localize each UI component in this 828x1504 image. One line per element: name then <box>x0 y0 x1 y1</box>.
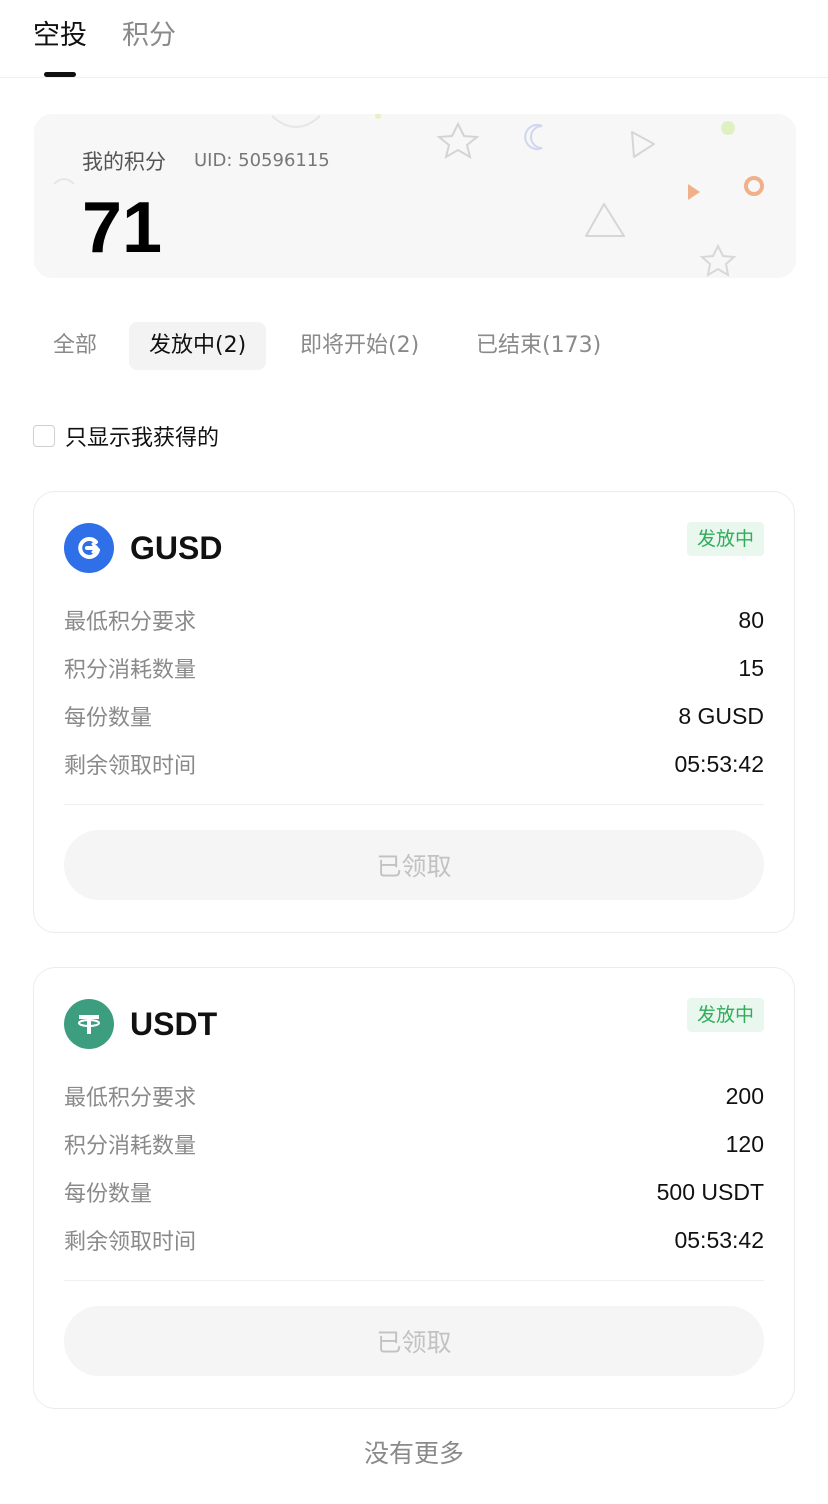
card-header: GUSD <box>64 522 222 574</box>
info-row-time-remaining: 剩余领取时间 05:53:42 <box>64 1224 764 1256</box>
info-value: 80 <box>738 606 764 633</box>
no-more-text: 没有更多 <box>363 1439 464 1468</box>
info-row-points-cost: 积分消耗数量 15 <box>64 652 764 684</box>
info-row-points-cost: 积分消耗数量 120 <box>64 1128 764 1160</box>
coin-name: USDT <box>130 1005 218 1042</box>
tab-airdrop[interactable]: 空投 <box>33 18 87 54</box>
info-label: 积分消耗数量 <box>64 1134 197 1159</box>
only-mine-checkbox[interactable] <box>33 425 55 447</box>
coin-name: GUSD <box>130 529 223 566</box>
info-label: 最低积分要求 <box>64 1086 197 1111</box>
only-mine-label: 只显示我获得的 <box>65 426 220 451</box>
status-badge: 发放中 <box>686 998 764 1032</box>
info-label: 积分消耗数量 <box>64 658 197 683</box>
status-badge: 发放中 <box>686 522 764 556</box>
status-filter-tabs: 全部 发放中(2) 即将开始(2) 已结束(173) <box>0 322 828 370</box>
info-value: 05:53:42 <box>674 750 764 777</box>
filter-tab-ended[interactable]: 已结束(173) <box>476 322 601 370</box>
info-row-amount-per-share: 每份数量 500 USDT <box>64 1176 764 1208</box>
info-row-min-points: 最低积分要求 200 <box>64 1080 764 1112</box>
card-divider <box>64 1280 764 1281</box>
filter-tab-all[interactable]: 全部 <box>53 322 97 370</box>
info-value: 500 USDT <box>656 1178 764 1205</box>
info-value: 120 <box>725 1130 764 1157</box>
active-tab-indicator <box>44 72 76 77</box>
claimed-button[interactable]: 已领取 <box>64 1306 764 1376</box>
info-label: 剩余领取时间 <box>64 1230 197 1255</box>
info-label: 最低积分要求 <box>64 610 197 635</box>
info-row-amount-per-share: 每份数量 8 GUSD <box>64 700 764 732</box>
info-label: 每份数量 <box>64 706 153 731</box>
filter-tab-ongoing[interactable]: 发放中(2) <box>129 322 267 370</box>
tab-points[interactable]: 积分 <box>122 18 176 54</box>
info-label: 剩余领取时间 <box>64 754 197 779</box>
filter-tab-upcoming[interactable]: 即将开始(2) <box>300 322 419 370</box>
info-label: 每份数量 <box>64 1182 153 1207</box>
card-divider <box>64 804 764 805</box>
airdrop-card-usdt: USDT 发放中 最低积分要求 200 积分消耗数量 120 每份数量 500 … <box>33 967 795 1409</box>
tether-coin-icon <box>64 999 114 1049</box>
decorative-background-shapes <box>53 114 764 277</box>
gusd-coin-icon <box>64 523 114 573</box>
only-mine-toggle[interactable]: 只显示我获得的 <box>33 420 219 452</box>
claimed-button[interactable]: 已领取 <box>64 830 764 900</box>
info-value: 200 <box>725 1082 764 1109</box>
top-tab-bar: 空投 积分 <box>0 0 828 78</box>
my-points-card: 我的积分 UID: 50596115 71 <box>34 114 796 278</box>
card-header: USDT <box>64 998 217 1050</box>
info-value: 05:53:42 <box>674 1226 764 1253</box>
airdrop-card-gusd: GUSD 发放中 最低积分要求 80 积分消耗数量 15 每份数量 8 GUSD… <box>33 491 795 933</box>
info-row-time-remaining: 剩余领取时间 05:53:42 <box>64 748 764 780</box>
info-row-min-points: 最低积分要求 80 <box>64 604 764 636</box>
info-value: 8 GUSD <box>678 702 764 729</box>
info-value: 15 <box>738 654 764 681</box>
